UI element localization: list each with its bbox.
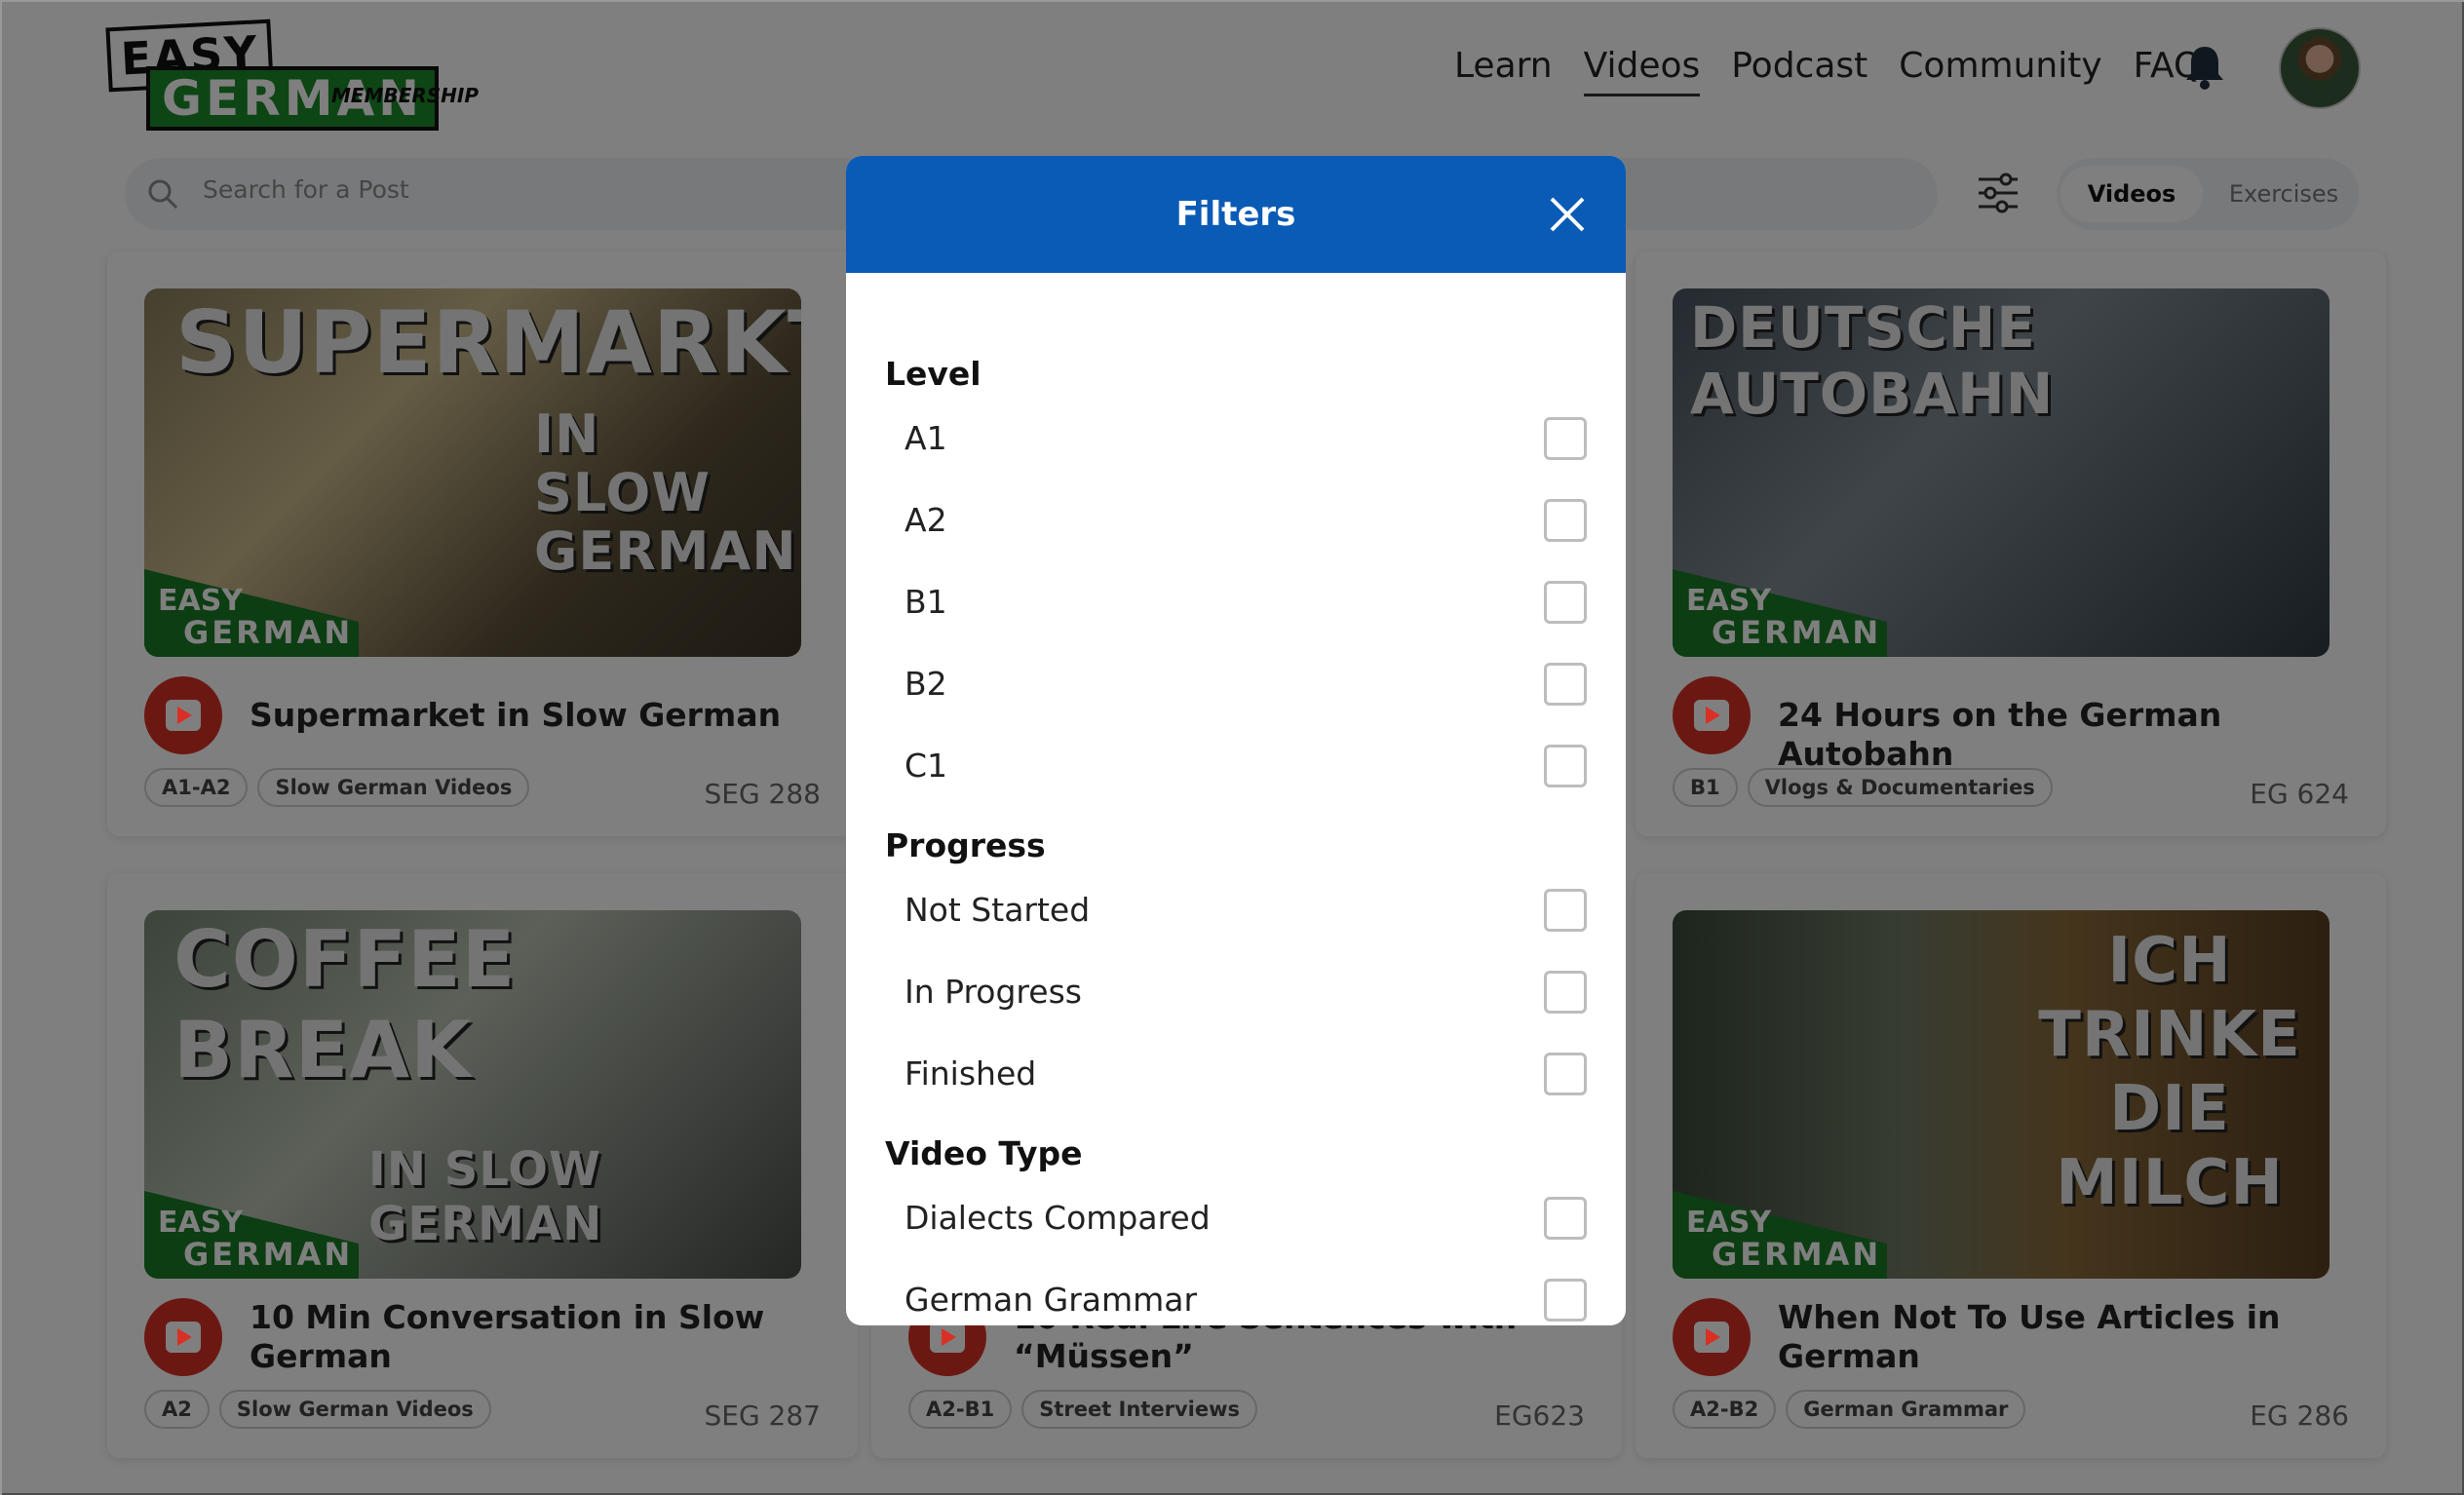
option-label: B2	[905, 665, 947, 703]
option-label: Not Started	[905, 891, 1091, 929]
filter-option-dialects-compared[interactable]: Dialects Compared	[905, 1191, 1587, 1249]
option-label: B1	[905, 583, 947, 621]
checkbox[interactable]	[1544, 1053, 1587, 1095]
checkbox[interactable]	[1544, 1279, 1587, 1322]
page: EASY GERMAN MEMBERSHIP Learn Videos Podc…	[0, 0, 2464, 1495]
filter-option-not-started[interactable]: Not Started	[905, 883, 1587, 941]
checkbox[interactable]	[1544, 581, 1587, 624]
checkbox[interactable]	[1544, 1197, 1587, 1240]
filter-option-in-progress[interactable]: In Progress	[905, 965, 1587, 1023]
checkbox[interactable]	[1544, 417, 1587, 460]
filter-option-finished[interactable]: Finished	[905, 1047, 1587, 1105]
section-video-type-title: Video Type	[885, 1134, 1083, 1172]
filter-option-b1[interactable]: B1	[905, 575, 1587, 633]
checkbox[interactable]	[1544, 663, 1587, 706]
option-label: Dialects Compared	[905, 1199, 1211, 1237]
filter-option-b2[interactable]: B2	[905, 657, 1587, 715]
close-icon[interactable]	[1546, 193, 1589, 236]
option-label: A1	[905, 419, 947, 457]
option-label: Finished	[905, 1054, 1037, 1092]
filters-modal: Filters Level A1 A2 B1 B2 C1 Progress No…	[846, 156, 1626, 1325]
checkbox[interactable]	[1544, 499, 1587, 542]
section-level-title: Level	[885, 355, 982, 393]
filter-option-c1[interactable]: C1	[905, 739, 1587, 797]
section-progress-title: Progress	[885, 826, 1046, 864]
filter-option-a1[interactable]: A1	[905, 411, 1587, 470]
option-label: A2	[905, 501, 947, 539]
filter-option-a2[interactable]: A2	[905, 493, 1587, 552]
modal-header: Filters	[846, 156, 1626, 273]
checkbox[interactable]	[1544, 745, 1587, 787]
checkbox[interactable]	[1544, 889, 1587, 932]
checkbox[interactable]	[1544, 971, 1587, 1014]
option-label: In Progress	[905, 973, 1082, 1011]
option-label: German Grammar	[905, 1281, 1198, 1319]
filter-option-german-grammar[interactable]: German Grammar	[905, 1273, 1587, 1325]
modal-title: Filters	[1175, 195, 1296, 234]
option-label: C1	[905, 747, 948, 785]
